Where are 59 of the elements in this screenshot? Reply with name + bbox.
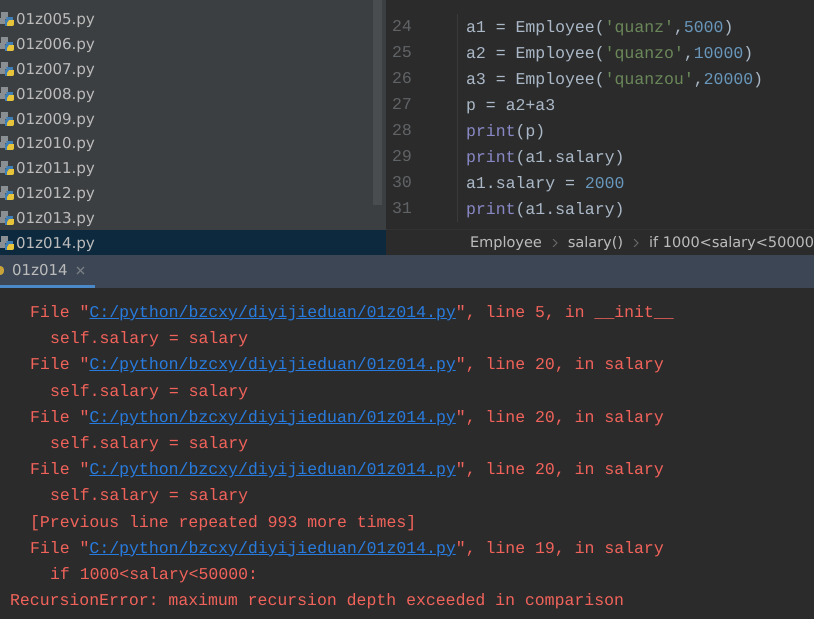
file-link[interactable]: C:/python/bzcxy/diyijieduan/01z014.py — [89, 460, 456, 480]
file-link[interactable]: C:/python/bzcxy/diyijieduan/01z014.py — [89, 303, 456, 322]
code-line: print(a1.salary) — [464, 148, 624, 166]
traceback-code: self.salary = salary — [50, 380, 248, 403]
close-icon[interactable] — [76, 266, 85, 274]
traceback-code: if 1000<salary<50000: — [50, 564, 258, 586]
code-line: a3 = Employee('quanzou',20000) — [464, 70, 764, 88]
file-item[interactable]: 01z008.py — [0, 81, 386, 106]
code-line: a2 = Employee('quanzo',10000) — [464, 44, 754, 62]
file-item[interactable]: 01z014.py — [0, 230, 386, 255]
file-link[interactable]: C:/python/bzcxy/diyijieduan/01z014.py — [89, 408, 456, 427]
traceback-code: self.salary = salary — [50, 485, 248, 508]
traceback-line: File "C:/python/bzcxy/diyijieduan/01z014.py", line 5, in __init__ — [30, 302, 674, 324]
python-file-icon — [0, 86, 15, 102]
line-number: 27 — [386, 92, 458, 118]
python-file-icon — [0, 210, 15, 226]
traceback-code: self.salary = salary — [50, 432, 248, 455]
line-number: 25 — [386, 40, 458, 66]
line-number: 26 — [386, 66, 458, 92]
python-file-icon — [0, 234, 15, 251]
python-file-icon — [0, 60, 15, 77]
file-item[interactable]: 01z012.py — [0, 180, 386, 206]
breadcrumb[interactable]: salary() — [568, 234, 624, 250]
chevron-icon — [552, 238, 558, 246]
line-number: 24 — [386, 14, 458, 40]
code-line: print(p) — [464, 122, 546, 140]
code-line: p = a2+a3 — [464, 96, 556, 114]
file-item[interactable]: 01z013.py — [0, 205, 386, 230]
python-file-icon — [0, 11, 15, 28]
file-item[interactable]: 01z011.py — [0, 156, 386, 181]
file-link[interactable]: C:/python/bzcxy/diyijieduan/01z014.py — [89, 538, 456, 558]
python-file-icon — [0, 184, 15, 201]
breadcrumb[interactable]: Employee — [470, 234, 542, 250]
file-item[interactable]: 01z007.py — [0, 56, 386, 82]
breadcrumb[interactable]: if 1000<salary<50000 — [649, 234, 814, 250]
code-line: a1.salary = 2000 — [464, 174, 624, 192]
python-file-icon — [0, 160, 15, 176]
error-message: RecursionError: maximum recursion depth exceeded in comparison — [10, 590, 624, 612]
code-line: a1 = Employee('quanz',5000) — [464, 18, 734, 36]
chevron-icon — [633, 238, 640, 246]
file-item[interactable]: 01z006.py — [0, 32, 386, 57]
python-file-icon — [0, 135, 15, 152]
line-number: 29 — [386, 144, 458, 170]
traceback-line: File "C:/python/bzcxy/diyijieduan/01z014.py", line 20, in salary — [30, 406, 664, 429]
python-file-icon — [0, 110, 15, 127]
traceback-line: File "C:/python/bzcxy/diyijieduan/01z014.py", line 19, in salary — [30, 538, 664, 560]
file-item[interactable]: 01z010.py — [0, 130, 386, 156]
python-file-icon — [0, 36, 15, 52]
file-item[interactable]: 01z009.py — [0, 106, 386, 131]
line-number: 28 — [386, 118, 458, 144]
line-number: 30 — [386, 170, 458, 196]
traceback-note: [Previous line repeated 993 more times] — [30, 512, 416, 534]
traceback-line: File "C:/python/bzcxy/diyijieduan/01z014.py", line 20, in salary — [30, 354, 664, 376]
traceback-line: File "C:/python/bzcxy/diyijieduan/01z014.py", line 20, in salary — [30, 459, 664, 482]
file-item[interactable]: 01z005.py — [0, 7, 386, 32]
line-number: 31 — [386, 196, 458, 222]
file-link[interactable]: C:/python/bzcxy/diyijieduan/01z014.py — [89, 355, 456, 374]
code-line: print(a1.salary) — [464, 200, 624, 218]
traceback-code: self.salary = salary — [50, 328, 248, 350]
